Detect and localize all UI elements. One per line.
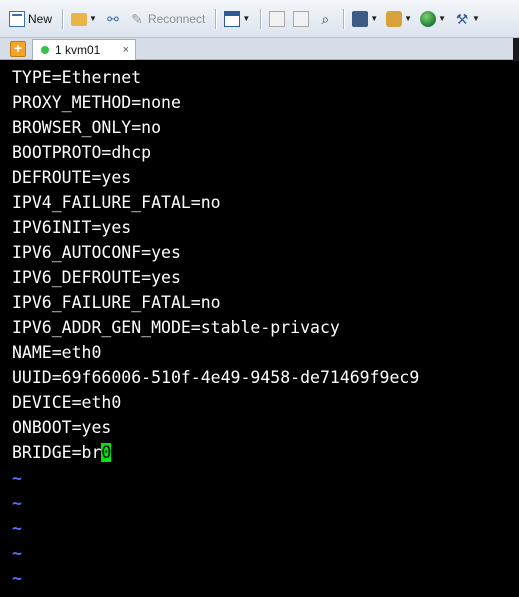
terminal-line: IPV6_AUTOCONF=yes bbox=[12, 243, 181, 262]
close-tab-icon[interactable]: × bbox=[123, 44, 129, 56]
copy-icon bbox=[269, 10, 286, 27]
new-session-label: New bbox=[28, 11, 53, 26]
globe-icon bbox=[420, 10, 437, 27]
terminal-line: ONBOOT=yes bbox=[12, 418, 112, 437]
tab-kvm01[interactable]: 1 kvm01 × bbox=[32, 39, 136, 60]
chevron-down-icon: ▼ bbox=[438, 14, 446, 23]
empty-line-marker: ~ bbox=[12, 494, 22, 513]
terminal-line: IPV6_ADDR_GEN_MODE=stable-privacy bbox=[12, 318, 340, 337]
toolbar-separator bbox=[215, 8, 217, 29]
print-button[interactable]: ▼ bbox=[349, 7, 381, 31]
paste-icon bbox=[293, 10, 310, 27]
keys-icon bbox=[386, 10, 403, 27]
reconnect-button[interactable]: ✎ Reconnect bbox=[126, 7, 208, 31]
empty-line-marker: ~ bbox=[12, 544, 22, 563]
copy-button[interactable] bbox=[266, 7, 288, 31]
connected-status-icon bbox=[41, 46, 49, 54]
reconnect-label: Reconnect bbox=[147, 11, 206, 26]
session-tab-bar: + 1 kvm01 × bbox=[0, 38, 519, 60]
chevron-down-icon: ▼ bbox=[242, 14, 251, 23]
empty-line-marker: ~ bbox=[12, 569, 22, 588]
open-folder-icon bbox=[71, 13, 88, 26]
terminal-text: BRIDGE=br bbox=[12, 443, 102, 462]
toolbar-separator bbox=[260, 8, 262, 29]
empty-line-marker: ~ bbox=[12, 469, 22, 488]
tools-icon: ⚒ bbox=[455, 10, 469, 27]
empty-line-marker: ~ bbox=[12, 519, 22, 538]
new-session-icon bbox=[9, 10, 25, 27]
print-icon bbox=[352, 10, 369, 27]
toolbar-separator bbox=[343, 8, 345, 29]
paste-button[interactable] bbox=[290, 7, 312, 31]
toolbar-separator bbox=[62, 8, 64, 29]
window-button[interactable]: ▼ bbox=[221, 7, 253, 31]
link-icon: ⚯ bbox=[107, 10, 119, 27]
link-button[interactable]: ⚯ bbox=[102, 7, 124, 31]
keys-button[interactable]: ▼ bbox=[383, 7, 415, 31]
tab-label: 1 kvm01 bbox=[55, 43, 101, 57]
add-tab-button[interactable]: + bbox=[10, 41, 26, 57]
window-icon bbox=[224, 10, 241, 27]
terminal-line: IPV6INIT=yes bbox=[12, 218, 132, 237]
new-session-button[interactable]: New bbox=[6, 7, 55, 31]
terminal-line-cursor: BRIDGE=br0 bbox=[12, 440, 112, 465]
chevron-down-icon: ▼ bbox=[370, 14, 379, 23]
find-icon: ⌕ bbox=[321, 10, 330, 27]
open-folder-button[interactable]: ▼ bbox=[68, 7, 100, 31]
terminal-line: NAME=eth0 bbox=[12, 343, 102, 362]
find-button[interactable]: ⌕ bbox=[314, 7, 336, 31]
chevron-down-icon: ▼ bbox=[404, 14, 413, 23]
reconnect-icon: ✎ bbox=[131, 10, 143, 27]
chevron-down-icon: ▼ bbox=[472, 14, 480, 23]
terminal-line: BOOTPROTO=dhcp bbox=[12, 143, 152, 162]
globe-button[interactable]: ▼ bbox=[417, 7, 449, 31]
terminal-line: IPV6_FAILURE_FATAL=no bbox=[12, 293, 221, 312]
terminal-line: DEFROUTE=yes bbox=[12, 168, 132, 187]
terminal-line: BROWSER_ONLY=no bbox=[12, 118, 162, 137]
tools-button[interactable]: ⚒ ▼ bbox=[451, 7, 483, 31]
terminal-line: IPV4_FAILURE_FATAL=no bbox=[12, 193, 221, 212]
chevron-down-icon: ▼ bbox=[89, 14, 97, 23]
terminal-line: TYPE=Ethernet bbox=[12, 68, 142, 87]
terminal-line: UUID=69f66006-510f-4e49-9458-de71469f9ec… bbox=[12, 368, 420, 387]
text-cursor: 0 bbox=[101, 443, 112, 462]
terminal-output[interactable]: TYPE=Ethernet PROXY_METHOD=none BROWSER_… bbox=[0, 61, 519, 597]
terminal-line: PROXY_METHOD=none bbox=[12, 93, 181, 112]
terminal-line: IPV6_DEFROUTE=yes bbox=[12, 268, 181, 287]
main-toolbar: New ▼ ⚯ ✎ Reconnect ▼ ⌕ ▼ ▼ ▼ ⚒ ▼ bbox=[0, 0, 519, 38]
terminal-line: DEVICE=eth0 bbox=[12, 393, 122, 412]
